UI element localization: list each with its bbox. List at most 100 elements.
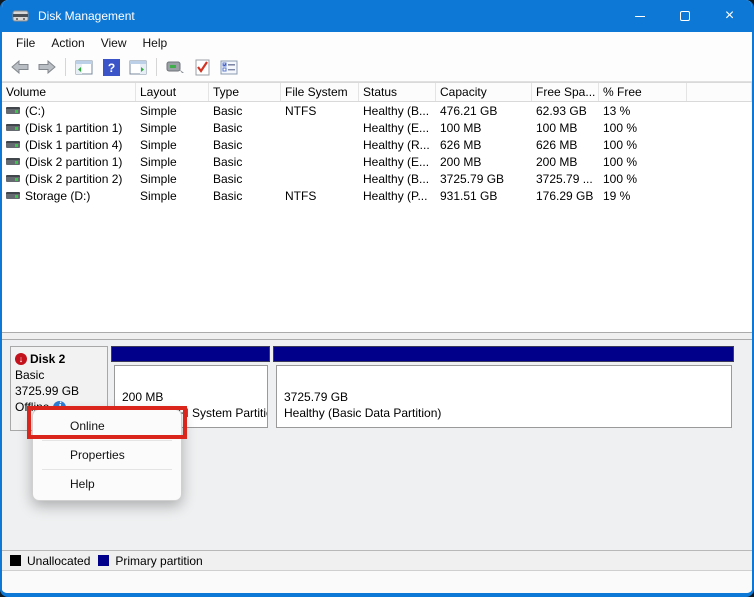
column-header-pct-free[interactable]: % Free: [599, 83, 687, 101]
volume-free: 626 MB: [536, 137, 578, 152]
volume-status: Healthy (B...: [363, 171, 430, 186]
forward-arrow-icon: [38, 60, 56, 74]
legend-label: Unallocated: [27, 553, 91, 568]
volume-capacity: 100 MB: [440, 120, 482, 135]
column-header-type[interactable]: Type: [209, 83, 281, 101]
status-bar: [2, 571, 752, 593]
legend-label: Primary partition: [115, 553, 203, 568]
volume-name: Storage (D:): [25, 188, 91, 203]
disk-type: Basic: [15, 368, 45, 382]
volume-pct-free: 13 %: [603, 103, 631, 118]
partition-size: 3725.79 GB: [284, 390, 349, 404]
column-header-layout[interactable]: Layout: [136, 83, 209, 101]
close-icon: ×: [724, 7, 735, 24]
minimize-icon: [634, 15, 645, 17]
volume-fs: NTFS: [285, 103, 317, 118]
volume-layout: Simple: [140, 171, 177, 186]
column-header-free-space[interactable]: Free Spa...: [532, 83, 599, 101]
disk-management-window: Disk Management × File Action View Help …: [0, 0, 754, 597]
volume-row-storage-d[interactable]: Storage (D:) Simple Basic NTFS Healthy (…: [2, 187, 752, 204]
volume-icon: [6, 107, 20, 114]
volume-icon: [6, 192, 20, 199]
volume-capacity: 200 MB: [440, 154, 482, 169]
context-menu-item-help[interactable]: Help: [33, 470, 181, 498]
volume-pct-free: 19 %: [603, 188, 631, 203]
volume-type: Basic: [213, 188, 243, 203]
help-icon: ?: [102, 58, 120, 76]
volume-row-c[interactable]: (C:) Simple Basic NTFS Healthy (B... 476…: [2, 102, 752, 119]
volume-name: (Disk 1 partition 1): [25, 120, 123, 135]
command-prompt-button[interactable]: [163, 55, 187, 79]
action-pane-button[interactable]: [126, 55, 150, 79]
volume-fs: NTFS: [285, 188, 317, 203]
legend-item-primary-partition: Primary partition: [98, 553, 203, 568]
back-arrow-icon: [11, 60, 29, 74]
toolbar: ?: [2, 53, 752, 82]
minimize-button[interactable]: [617, 0, 662, 32]
forward-button[interactable]: [35, 55, 59, 79]
volume-status: Healthy (E...: [363, 154, 430, 169]
back-button[interactable]: [8, 55, 32, 79]
volume-row-disk2-part1[interactable]: (Disk 2 partition 1) Simple Basic Health…: [2, 153, 752, 170]
pane-splitter[interactable]: [2, 332, 752, 340]
column-header-file-system[interactable]: File System: [281, 83, 359, 101]
volume-layout: Simple: [140, 120, 177, 135]
volume-icon: [6, 175, 20, 182]
help-button[interactable]: ?: [99, 55, 123, 79]
volume-status: Healthy (B...: [363, 103, 430, 118]
volume-list: Volume Layout Type File System Status Ca…: [2, 82, 752, 332]
titlebar: Disk Management ×: [2, 0, 752, 32]
disk-size: 3725.99 GB: [15, 384, 80, 398]
primary-partition-band: [273, 346, 734, 362]
volume-type: Basic: [213, 171, 243, 186]
column-header-capacity[interactable]: Capacity: [436, 83, 532, 101]
context-menu-item-online[interactable]: Online: [33, 412, 181, 440]
volume-type: Basic: [213, 103, 243, 118]
volume-capacity: 626 MB: [440, 137, 482, 152]
command-prompt-icon: [166, 61, 184, 73]
volume-status: Healthy (E...: [363, 120, 430, 135]
maximize-button[interactable]: [662, 0, 707, 32]
disk-name: Disk 2: [30, 352, 66, 366]
volume-icon: [6, 124, 20, 131]
maximize-icon: [679, 11, 690, 21]
volume-layout: Simple: [140, 137, 177, 152]
volume-layout: Simple: [140, 188, 177, 203]
volume-name: (C:): [25, 103, 45, 118]
menubar: File Action View Help: [2, 32, 752, 53]
graphical-view: ↓ Disk 2 Basic 3725.99 GB Offline i 200 …: [2, 340, 752, 550]
column-header-volume[interactable]: Volume: [2, 83, 136, 101]
context-menu-item-properties[interactable]: Properties: [33, 441, 181, 469]
volume-type: Basic: [213, 154, 243, 169]
console-tree-button[interactable]: [72, 55, 96, 79]
volume-type: Basic: [213, 137, 243, 152]
menu-help[interactable]: Help: [135, 32, 176, 53]
column-header-status[interactable]: Status: [359, 83, 436, 101]
menu-action[interactable]: Action: [43, 32, 92, 53]
volume-row-disk1-part4[interactable]: (Disk 1 partition 4) Simple Basic Health…: [2, 136, 752, 153]
volume-row-disk1-part1[interactable]: (Disk 1 partition 1) Simple Basic Health…: [2, 119, 752, 136]
volume-status: Healthy (R...: [363, 137, 430, 152]
volume-row-disk2-part2[interactable]: (Disk 2 partition 2) Simple Basic Health…: [2, 170, 752, 187]
toolbar-separator: [65, 58, 66, 76]
volume-capacity: 3725.79 GB: [440, 171, 505, 186]
partition-basic-data[interactable]: 3725.79 GB Healthy (Basic Data Partition…: [273, 346, 734, 431]
volume-pct-free: 100 %: [603, 154, 638, 169]
menu-file[interactable]: File: [8, 32, 43, 53]
partition-size: 200 MB: [122, 390, 164, 404]
close-button[interactable]: ×: [707, 0, 752, 32]
volume-free: 100 MB: [536, 120, 578, 135]
toolbar-separator: [156, 58, 157, 76]
check-document-icon: [195, 59, 209, 75]
menu-view[interactable]: View: [93, 32, 135, 53]
volume-status: Healthy (P...: [363, 188, 428, 203]
svg-text:?: ?: [107, 61, 114, 75]
legend-item-unallocated: Unallocated: [10, 554, 90, 568]
volume-name: (Disk 2 partition 2): [25, 171, 123, 186]
disk-management-app-icon: [12, 9, 30, 23]
check-document-button[interactable]: [190, 55, 214, 79]
properties-list-button[interactable]: [217, 55, 241, 79]
volume-free: 176.29 GB: [536, 188, 594, 203]
volume-capacity: 476.21 GB: [440, 103, 498, 118]
volume-type: Basic: [213, 120, 243, 135]
